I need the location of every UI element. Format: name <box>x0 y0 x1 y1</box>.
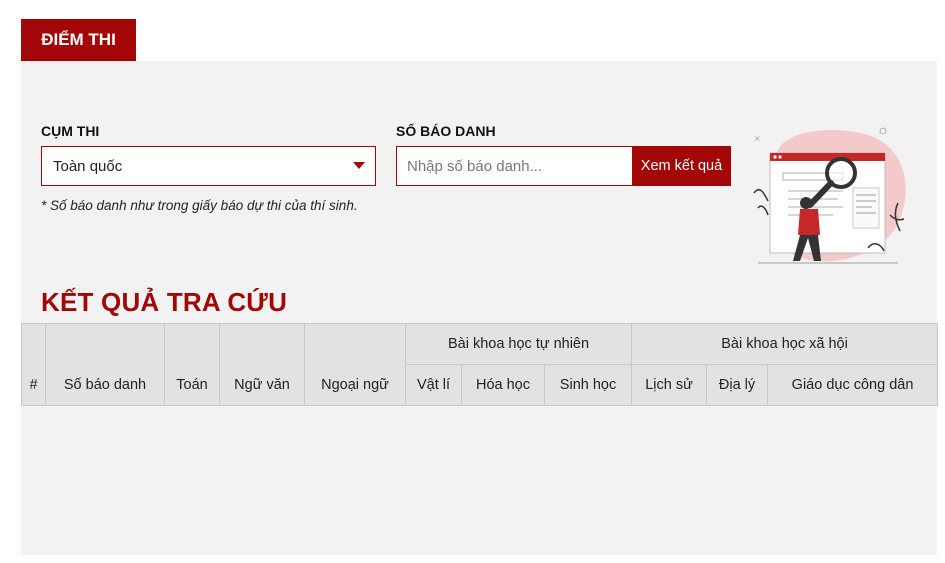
cluster-label: CỤM THI <box>41 123 100 139</box>
col-geography: Địa lý <box>706 364 769 406</box>
caret-down-icon <box>353 162 365 169</box>
col-math: Toán <box>164 323 220 406</box>
magnifier-search-illustration: × <box>753 127 906 264</box>
tab-diem-thi[interactable]: ĐIỂM THI <box>21 19 136 61</box>
col-index: # <box>21 323 46 406</box>
col-chemistry: Hóa học <box>461 364 545 406</box>
view-result-button[interactable]: Xem kết quả <box>632 146 731 186</box>
col-biology: Sinh học <box>543 364 633 406</box>
col-civics: Giáo dục công dân <box>767 364 939 406</box>
col-foreign-language: Ngoại ngữ <box>304 323 406 406</box>
result-title: KẾT QUẢ TRA CỨU <box>41 287 288 317</box>
col-physics: Vật lí <box>405 364 462 406</box>
col-literature: Ngữ văn <box>219 323 305 406</box>
candidate-id-input[interactable] <box>396 146 632 186</box>
col-candidate-id: Số báo danh <box>45 323 165 406</box>
col-group-natural-science: Bài khoa học tự nhiên <box>404 323 633 365</box>
results-table: # Số báo danh Toán Ngữ văn Ngoại ngữ Bài… <box>21 323 939 406</box>
svg-text:×: × <box>754 134 761 143</box>
candidate-id-label: SỐ BÁO DANH <box>396 123 496 139</box>
cluster-select[interactable]: Toàn quốc <box>41 146 376 186</box>
col-group-social-science: Bài khoa học xã hội <box>631 323 939 365</box>
col-history: Lịch sử <box>631 364 708 406</box>
search-panel: CỤM THI SỐ BÁO DANH Toàn quốc Xem kết qu… <box>21 61 939 555</box>
candidate-id-note: * Số báo danh như trong giấy báo dự thi … <box>41 198 358 213</box>
cluster-select-value: Toàn quốc <box>53 157 123 175</box>
